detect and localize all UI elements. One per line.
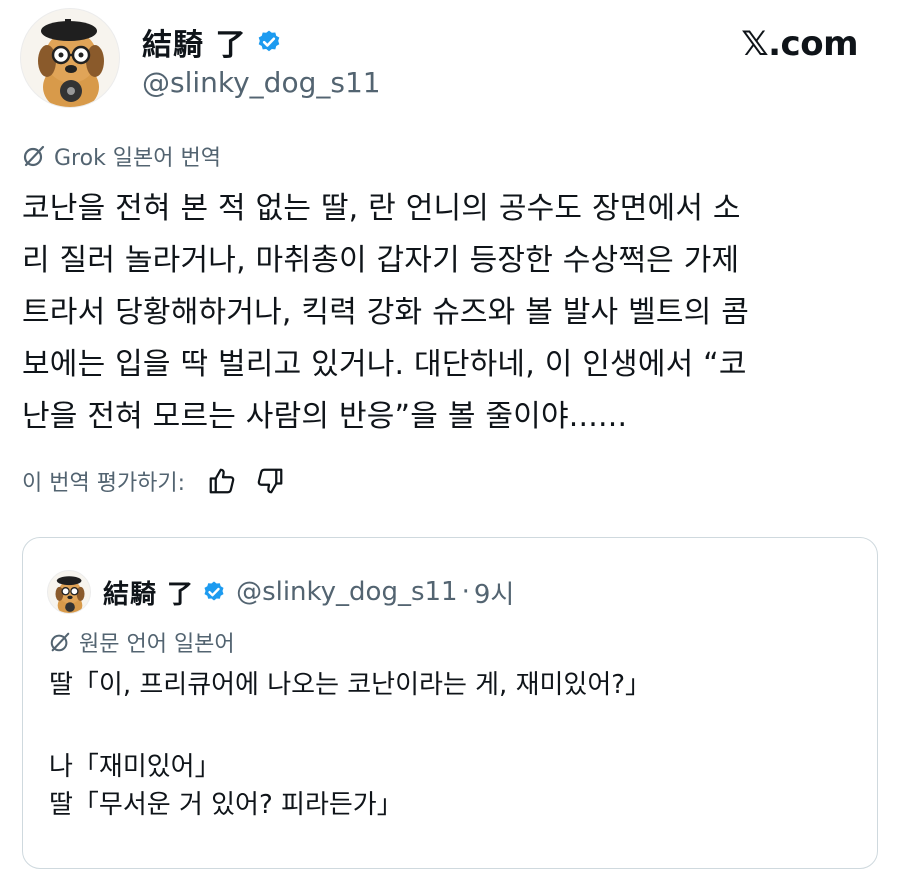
post-body: 코난을 전혀 본 적 없는 딸, 란 언니의 공수도 장면에서 소 리 질러 놀…	[22, 191, 750, 434]
quoted-post-body: 딸「이, 프리큐어에 나오는 코난이라는 게, 재미있어?」 나「재미있어」 딸…	[49, 666, 651, 824]
thumbs-up-icon[interactable]	[207, 466, 237, 496]
quoted-line: 나「재미있어」	[49, 752, 221, 782]
author-name[interactable]: 結騎 了	[142, 20, 246, 64]
site-label: 𝕏.com	[741, 24, 858, 64]
quoted-author-handle[interactable]: @slinky_dog_s11	[236, 577, 458, 607]
translation-label-text: Grok 일본어 번역	[54, 146, 221, 171]
dog-avatar-icon	[38, 19, 104, 107]
post-header: 結騎 了 @slinky_dog_s11 𝕏.com	[20, 8, 880, 110]
quoted-language-text: 원문 언어 일본어	[79, 632, 235, 657]
rate-translation-row: 이 번역 평가하기:	[22, 465, 285, 497]
verified-badge-icon	[259, 30, 280, 52]
verified-badge-icon	[204, 581, 224, 601]
quoted-language-label: 원문 언어 일본어	[49, 626, 235, 658]
rate-label: 이 번역 평가하기:	[22, 471, 186, 496]
grok-icon	[23, 145, 45, 167]
separator-dot: ·	[461, 577, 470, 607]
grok-icon	[50, 632, 70, 652]
quoted-line: 딸「이, 프리큐어에 나오는 코난이라는 게, 재미있어?」	[49, 670, 652, 700]
quoted-author-name[interactable]: 結騎 了	[103, 574, 194, 611]
avatar[interactable]	[20, 8, 120, 108]
translation-label[interactable]: Grok 일본어 번역	[22, 140, 221, 172]
quoted-post[interactable]: 結騎 了 @slinky_dog_s11 · 9시 원문 언어 일본어 딸「이,…	[22, 537, 878, 869]
author-row: 結騎 了	[142, 20, 282, 64]
quoted-blank-line	[49, 704, 651, 748]
quoted-timestamp[interactable]: 9시	[474, 574, 514, 611]
quoted-avatar[interactable]	[47, 570, 91, 614]
quoted-post-header: 結騎 了 @slinky_dog_s11 · 9시	[47, 568, 514, 616]
thumbs-down-icon[interactable]	[255, 466, 285, 496]
dog-avatar-icon	[55, 576, 85, 613]
author-handle[interactable]: @slinky_dog_s11	[142, 66, 381, 99]
quoted-line: 딸「무서운 거 있어? 피라든가」	[49, 790, 403, 820]
